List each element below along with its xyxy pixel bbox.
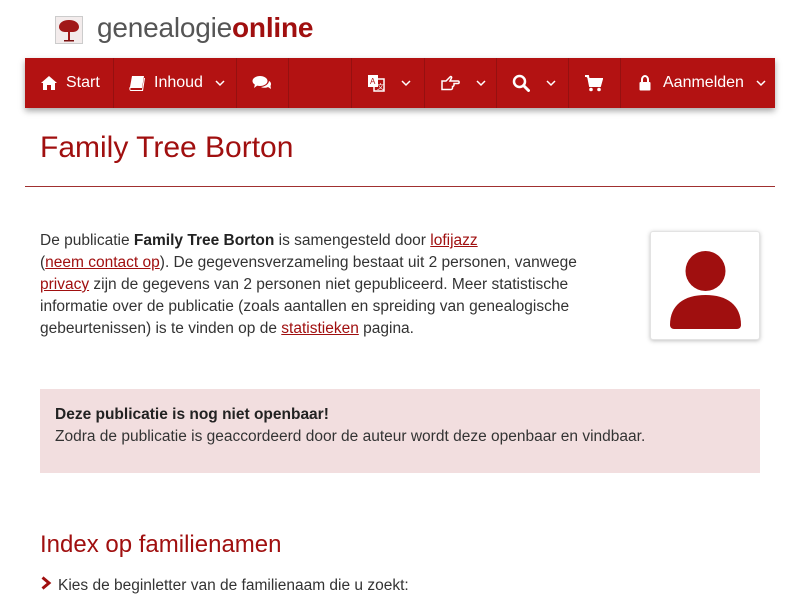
search-icon [512, 74, 530, 92]
translate-icon: A文 [367, 74, 385, 92]
intro-text: ). De gegevensverzameling bestaat uit 2 … [159, 254, 577, 271]
contact-link[interactable]: neem contact op [45, 254, 160, 271]
nav-start-label: Start [66, 74, 100, 91]
publication-name: Family Tree Borton [133, 232, 275, 249]
nav-login[interactable]: Aanmelden [621, 58, 775, 108]
svg-text:A: A [370, 77, 376, 86]
alert-body: Zodra de publicatie is geaccordeerd door… [55, 428, 646, 445]
chevron-down-icon [401, 79, 411, 87]
alert-title: Deze publicatie is nog niet openbaar! [55, 406, 329, 423]
user-silhouette-icon [658, 239, 753, 333]
surname-index-hint-text: Kies de beginletter van de familienaam d… [58, 577, 409, 594]
nav-search[interactable] [497, 58, 569, 108]
chevron-down-icon [546, 79, 556, 87]
privacy-link[interactable]: privacy [40, 276, 89, 293]
publication-intro: De publicatie Family Tree Borton is same… [40, 230, 615, 340]
book-icon [129, 75, 146, 91]
nav-login-label: Aanmelden [663, 74, 744, 91]
chevron-right-icon [40, 575, 58, 597]
intro-text: De publicatie [40, 232, 134, 249]
surname-index-hint: Kies de beginletter van de familienaam d… [40, 575, 409, 597]
nav-inhoud[interactable]: Inhoud [114, 58, 237, 108]
logo-bar: genealogieonline [0, 0, 800, 58]
logo-part-1: genealogie [97, 12, 233, 43]
page-title: Family Tree Borton [40, 131, 294, 164]
shopping-cart-icon [584, 74, 603, 92]
main-navbar: Start Inhoud A文 Aanmelden [25, 58, 775, 108]
nav-start[interactable]: Start [25, 58, 114, 108]
nav-cart[interactable] [569, 58, 621, 108]
chevron-down-icon [215, 79, 225, 87]
surname-index-title: Index op familienamen [40, 531, 282, 558]
nav-forum[interactable] [237, 58, 290, 108]
lock-icon [639, 75, 651, 91]
site-logo[interactable]: genealogieonline [97, 12, 313, 44]
intro-text: is samengesteld door [274, 232, 431, 249]
author-link[interactable]: lofijazz [430, 232, 477, 249]
tree-logo-icon[interactable] [55, 16, 83, 44]
nav-language[interactable]: A文 [352, 58, 425, 108]
nav-inhoud-label: Inhoud [154, 74, 203, 91]
author-avatar[interactable] [650, 231, 760, 340]
not-public-alert: Deze publicatie is nog niet openbaar! Zo… [40, 389, 760, 473]
chevron-down-icon [756, 79, 766, 87]
title-divider [25, 186, 775, 187]
hand-point-right-icon [440, 75, 460, 91]
nav-spacer [289, 58, 352, 108]
statistics-link[interactable]: statistieken [281, 320, 359, 337]
chevron-down-icon [476, 79, 486, 87]
intro-text: pagina. [358, 320, 414, 337]
logo-part-2: online [232, 12, 314, 43]
svg-text:文: 文 [377, 82, 384, 91]
comments-icon [252, 75, 272, 91]
nav-share[interactable] [425, 58, 497, 108]
home-icon [40, 75, 58, 91]
